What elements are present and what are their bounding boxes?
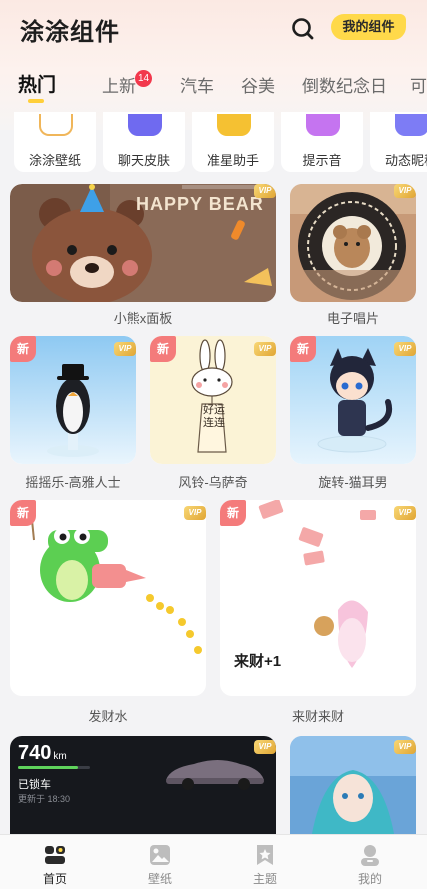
tab-car[interactable]: 汽车 bbox=[180, 72, 214, 97]
vip-badge: VIP bbox=[394, 342, 416, 356]
rabbit-tag-text: 好运连连 bbox=[203, 404, 225, 429]
nav-label: 主题 bbox=[252, 872, 277, 886]
tool-sound[interactable]: 提示音 bbox=[281, 112, 363, 172]
tab-new[interactable]: 上新 bbox=[102, 72, 136, 97]
vip-badge: VIP bbox=[254, 184, 276, 198]
chat-skin-icon bbox=[128, 114, 162, 136]
record-preview bbox=[290, 184, 416, 302]
widget-title: 摇摇乐-高雅人士 bbox=[25, 475, 121, 490]
home-icon bbox=[45, 846, 65, 864]
widget-card-penguin[interactable]: 新 VIP bbox=[10, 336, 136, 464]
nav-wallpaper[interactable]: 壁纸 bbox=[130, 835, 190, 889]
new-badge: 新 bbox=[290, 336, 316, 362]
tool-label: 涂涂壁纸 bbox=[28, 153, 81, 168]
car-image bbox=[166, 760, 264, 790]
category-tabs: 热门 上新 14 汽车 谷美 倒数纪念日 可 bbox=[0, 64, 427, 108]
tool-label: 动态昵称 bbox=[384, 153, 427, 168]
car-range: 740 km bbox=[18, 742, 67, 765]
fortune-art-text: 来财+1 bbox=[234, 653, 282, 670]
nav-label: 首页 bbox=[42, 872, 67, 886]
nickname-icon bbox=[395, 114, 427, 136]
new-badge: 新 bbox=[10, 336, 36, 362]
nav-profile[interactable]: 我的 bbox=[340, 835, 400, 889]
widget-card-fortune[interactable]: 来财+1 新 VIP bbox=[220, 500, 416, 696]
vip-badge: VIP bbox=[184, 506, 206, 520]
vip-badge: VIP bbox=[394, 184, 416, 198]
nav-label: 壁纸 bbox=[147, 872, 172, 886]
widget-title: 电子唱片 bbox=[326, 311, 379, 326]
new-count-badge: 14 bbox=[135, 70, 153, 87]
widget-card-record[interactable]: VIP bbox=[290, 184, 416, 302]
bell-icon bbox=[306, 114, 340, 136]
my-widgets-button[interactable]: 我的组件 bbox=[331, 14, 406, 40]
widget-title: 发财水 bbox=[88, 709, 128, 724]
widget-title: 旋转-猫耳男 bbox=[318, 475, 388, 490]
car-updated: 更新于 18:30 bbox=[18, 794, 71, 804]
vip-badge: VIP bbox=[114, 342, 136, 356]
bottom-navigation: 首页 壁纸 主题 我的 bbox=[0, 834, 427, 889]
car-range-unit: km bbox=[53, 751, 67, 762]
widget-card-catboy[interactable]: 新 VIP bbox=[290, 336, 416, 464]
theme-star-icon bbox=[257, 845, 273, 865]
vip-badge: VIP bbox=[254, 342, 276, 356]
tab-countdown[interactable]: 倒数纪念日 bbox=[302, 72, 387, 97]
widget-title: 来财来财 bbox=[291, 709, 344, 724]
widget-card-bear-panel[interactable]: HAPPY BEAR VIP bbox=[10, 184, 276, 302]
crosshair-icon bbox=[217, 114, 251, 136]
widget-card-crocodile[interactable]: 新 VIP bbox=[10, 500, 206, 696]
widget-card-car[interactable]: 740 km 已锁车 更新于 18:30 VIP bbox=[10, 736, 276, 834]
vip-badge: VIP bbox=[394, 740, 416, 754]
tab-active-indicator bbox=[28, 99, 44, 103]
widget-title: 风铃-乌萨奇 bbox=[178, 475, 248, 490]
app-header: 涂涂组件 我的组件 bbox=[0, 0, 427, 56]
tool-nickname[interactable]: 动态昵称 bbox=[370, 112, 427, 172]
wallpaper-nav-icon bbox=[150, 845, 170, 865]
nav-label: 我的 bbox=[357, 872, 382, 886]
battery-bar bbox=[18, 766, 90, 769]
feed[interactable]: 涂涂壁纸 聊天皮肤 准星助手 提示音 动态昵称 bbox=[0, 112, 427, 834]
tool-wallpaper[interactable]: 涂涂壁纸 bbox=[14, 112, 96, 172]
profile-icon bbox=[361, 845, 379, 866]
search-icon[interactable] bbox=[290, 16, 316, 42]
new-badge: 新 bbox=[220, 500, 246, 526]
tab-more[interactable]: 可 bbox=[410, 72, 427, 97]
wallpaper-icon bbox=[39, 114, 73, 136]
crocodile-preview bbox=[10, 500, 206, 696]
battery-fill bbox=[18, 766, 79, 769]
tab-hot[interactable]: 热门 bbox=[18, 70, 56, 97]
tool-label: 聊天皮肤 bbox=[117, 153, 170, 168]
vip-badge: VIP bbox=[394, 506, 416, 520]
tool-label: 提示音 bbox=[302, 153, 342, 168]
widget-card-rabbit[interactable]: 好运连连 新 VIP bbox=[150, 336, 276, 464]
nav-home[interactable]: 首页 bbox=[25, 835, 85, 889]
car-range-value: 740 bbox=[18, 742, 52, 764]
nav-theme[interactable]: 主题 bbox=[235, 835, 295, 889]
vip-badge: VIP bbox=[254, 740, 276, 754]
widget-title: 小熊x面板 bbox=[113, 311, 173, 326]
new-badge: 新 bbox=[10, 500, 36, 526]
widget-card-miku[interactable]: VIP bbox=[290, 736, 416, 834]
tab-goods[interactable]: 谷美 bbox=[241, 72, 275, 97]
app-title: 涂涂组件 bbox=[20, 19, 120, 46]
bear-art-text: HAPPY BEAR bbox=[136, 194, 264, 214]
new-badge: 新 bbox=[150, 336, 176, 362]
tool-chat-skin[interactable]: 聊天皮肤 bbox=[103, 112, 185, 172]
car-status: 已锁车 bbox=[18, 779, 51, 791]
tool-crosshair[interactable]: 准星助手 bbox=[192, 112, 274, 172]
tool-label: 准星助手 bbox=[206, 153, 259, 168]
